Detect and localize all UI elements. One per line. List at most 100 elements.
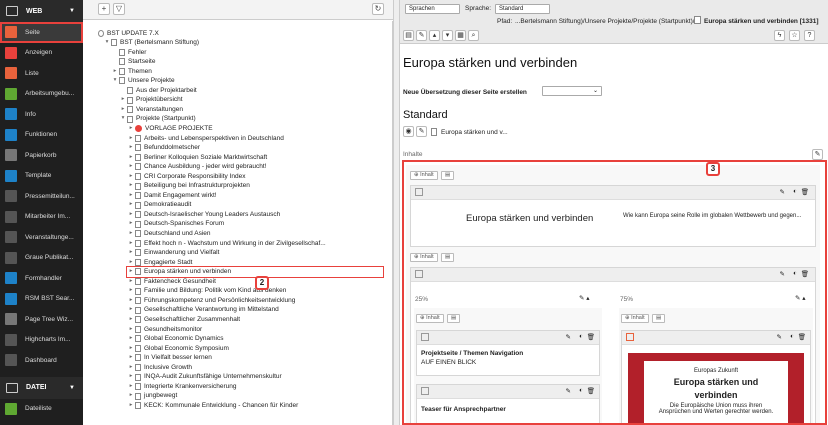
- expand-toggle-icon[interactable]: ▸: [127, 162, 135, 172]
- edit-icon[interactable]: ✎: [416, 126, 427, 137]
- tree-node[interactable]: ▸ Arbeits- und Lebensperspektiven in Deut…: [127, 134, 284, 144]
- tree-node[interactable]: ▾ BST (Bertelsmann Stiftung): [103, 38, 199, 48]
- tree-node[interactable]: ▸ Beteiligung bei Infrastrukturprojekten: [127, 181, 250, 191]
- tree-node-selected[interactable]: ▸ Europa stärken und verbinden: [126, 266, 384, 278]
- expand-toggle-icon[interactable]: ▸: [127, 267, 135, 277]
- move-up-icon[interactable]: ▴: [429, 30, 440, 41]
- expand-toggle-icon[interactable]: ▸: [127, 143, 135, 153]
- expand-toggle-icon[interactable]: ▸: [127, 210, 135, 220]
- tree-node[interactable]: ▸ INQA-Audit Zukunftsfähige Unternehmensk…: [127, 372, 282, 382]
- expand-toggle-icon[interactable]: ▸: [127, 191, 135, 201]
- expand-toggle-icon[interactable]: ▸: [119, 95, 127, 105]
- expand-toggle-icon[interactable]: ▸: [127, 372, 135, 382]
- tree-node[interactable]: ▸ jungbewegt: [127, 391, 177, 401]
- expand-toggle-icon[interactable]: ▸: [127, 401, 135, 411]
- tree-node[interactable]: ▸ Global Economic Symposium: [127, 344, 229, 354]
- expand-toggle-icon[interactable]: ▸: [127, 286, 135, 296]
- tree-node[interactable]: ▸ Engagierte Stadt: [127, 258, 192, 268]
- expand-toggle-icon[interactable]: ▸: [127, 315, 135, 325]
- module-dashboard[interactable]: Dashboard: [0, 350, 83, 371]
- module-veranstaltunge[interactable]: Veranstaltunge...: [0, 227, 83, 248]
- tree-node[interactable]: ▸ Integrierte Krankenversicherung: [127, 382, 237, 392]
- expand-toggle-icon[interactable]: ▸: [127, 229, 135, 239]
- expand-toggle-icon[interactable]: ▸: [127, 344, 135, 354]
- expand-toggle-icon[interactable]: ▸: [127, 258, 135, 268]
- module-pressemitteilun[interactable]: Pressemitteilun...: [0, 186, 83, 207]
- expand-toggle-icon[interactable]: ▸: [127, 334, 135, 344]
- tree-node[interactable]: ▸ Deutschland und Asien: [127, 229, 211, 239]
- new-page-icon[interactable]: +: [98, 3, 110, 15]
- help-icon[interactable]: ?: [804, 30, 815, 41]
- module-liste[interactable]: Liste: [0, 63, 83, 84]
- filter-icon[interactable]: ▽: [113, 3, 125, 15]
- expand-toggle-icon[interactable]: ▸: [127, 248, 135, 258]
- module-highcharts-im[interactable]: Highcharts Im...: [0, 330, 83, 351]
- tree-node[interactable]: ▸ Damit Engagement wirkt!: [127, 191, 217, 201]
- tree-node[interactable]: ▸ Effekt hoch n - Wachstum und Wirkung in…: [127, 239, 326, 249]
- refresh-icon[interactable]: ↻: [372, 3, 384, 15]
- view-mode-icon[interactable]: ▤: [403, 30, 414, 41]
- module-group-file[interactable]: DATEI ▼: [0, 376, 83, 399]
- module-graue-publikat[interactable]: Graue Publikat...: [0, 248, 83, 269]
- module-anzeigen[interactable]: Anzeigen: [0, 43, 83, 64]
- tree-node[interactable]: ▸ In Vielfalt besser lernen: [127, 353, 212, 363]
- tree-node[interactable]: ▸ Inclusive Growth: [127, 363, 192, 373]
- expand-toggle-icon[interactable]: ▸: [127, 153, 135, 163]
- tree-node[interactable]: ▸ Global Economic Dynamics: [127, 334, 223, 344]
- expand-toggle-icon[interactable]: ▸: [127, 296, 135, 306]
- expand-toggle-icon[interactable]: ▸: [127, 172, 135, 182]
- module-mitarbeiter-im[interactable]: Mitarbeiter Im...: [0, 207, 83, 228]
- module-dateiliste[interactable]: Dateiliste: [0, 399, 83, 420]
- expand-toggle-icon[interactable]: ▸: [127, 305, 135, 315]
- view-icon[interactable]: ◉: [403, 126, 414, 137]
- expand-toggle-icon[interactable]: ▸: [127, 134, 135, 144]
- tree-node[interactable]: ▸ Einwanderung und Vielfalt: [127, 248, 219, 258]
- tree-node[interactable]: ▸ Deutsch-Spanisches Forum: [127, 219, 224, 229]
- tree-node[interactable]: ▸ Demokratieaudit: [127, 200, 191, 210]
- module-papierkorb[interactable]: Papierkorb: [0, 145, 83, 166]
- tree-node[interactable]: ▸ KECK: Kommunale Entwicklung - Chancen f…: [127, 401, 298, 411]
- tree-node[interactable]: Aus der Projektarbeit: [119, 86, 197, 96]
- tree-node[interactable]: ▸ Veranstaltungen: [119, 105, 183, 115]
- expand-toggle-icon[interactable]: ▸: [119, 105, 127, 115]
- tree-node[interactable]: ▸ Chance Ausbildung - jeder wird gebrauch…: [127, 162, 267, 172]
- module-funktionen[interactable]: Funktionen: [0, 125, 83, 146]
- expand-toggle-icon[interactable]: ▸: [127, 219, 135, 229]
- tree-node[interactable]: ▸ Projektübersicht: [119, 95, 183, 105]
- module-rsm-bst-sear[interactable]: RSM BST Sear...: [0, 289, 83, 310]
- bookmark-icon[interactable]: ☆: [789, 30, 800, 41]
- tree-node[interactable]: ▸ Deutsch-Israelischer Young Leaders Aust…: [127, 210, 280, 220]
- expand-toggle-icon[interactable]: ▸: [127, 391, 135, 401]
- module-page-tree-wiz[interactable]: Page Tree Wiz...: [0, 309, 83, 330]
- tree-node[interactable]: ▸ Berliner Kolloquien Soziale Marktwirtsc…: [127, 153, 267, 163]
- expand-toggle-icon[interactable]: ▸: [111, 67, 119, 77]
- expand-toggle-icon[interactable]: ▾: [119, 114, 127, 124]
- language-select[interactable]: Sprachen: [405, 4, 460, 14]
- expand-toggle-icon[interactable]: ▸: [127, 124, 135, 134]
- module-arbeitsumgebu[interactable]: Arbeitsumgebu...: [0, 84, 83, 105]
- expand-toggle-icon[interactable]: ▸: [127, 325, 135, 335]
- tree-node[interactable]: ▸ CRI Corporate Responsibility Index: [127, 172, 246, 182]
- tree-node[interactable]: ▸ Gesellschaftliche Verantwortung im Mitt…: [127, 305, 279, 315]
- expand-toggle-icon[interactable]: ▸: [127, 277, 135, 287]
- module-group-web[interactable]: WEB ▼: [0, 0, 83, 22]
- module-template[interactable]: Template: [0, 166, 83, 187]
- expand-toggle-icon[interactable]: ▸: [127, 353, 135, 363]
- module-seite[interactable]: Seite: [0, 22, 83, 43]
- expand-toggle-icon[interactable]: ▸: [127, 382, 135, 392]
- edit-column-icon[interactable]: ✎: [812, 149, 823, 160]
- tree-node[interactable]: ▸ Führungskompetenz und Persönlichkeitsen…: [127, 296, 295, 306]
- tree-node[interactable]: ▸ Faktencheck Gesundheit: [127, 277, 216, 287]
- expand-toggle-icon[interactable]: ▾: [111, 76, 119, 86]
- tree-node[interactable]: ▸ Gesellschaftlicher Zusammenhalt: [127, 315, 240, 325]
- tree-node[interactable]: ▸ Gesundheitsmonitor: [127, 325, 202, 335]
- tree-node[interactable]: ▾ Projekte (Startpunkt): [119, 114, 196, 124]
- tree-node[interactable]: ▸ VORLAGE PROJEKTE: [127, 124, 213, 134]
- edit-page-icon[interactable]: ✎: [416, 30, 427, 41]
- search-icon[interactable]: ⌕: [468, 30, 479, 41]
- tree-node[interactable]: Fehler: [111, 48, 146, 58]
- page-properties-icon[interactable]: ▦: [455, 30, 466, 41]
- expand-toggle-icon[interactable]: ▸: [127, 239, 135, 249]
- move-down-icon[interactable]: ▾: [442, 30, 453, 41]
- module-info[interactable]: Info: [0, 104, 83, 125]
